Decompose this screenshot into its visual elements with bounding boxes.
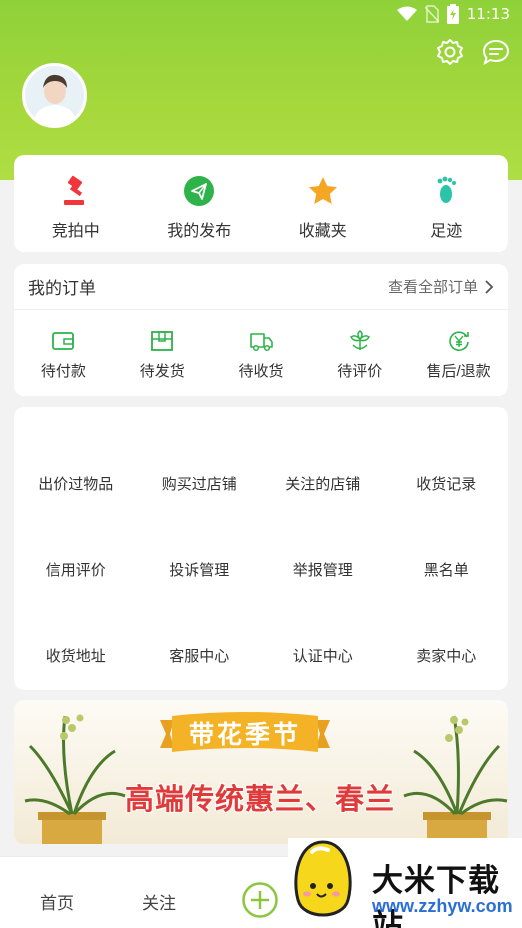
services-row: 出价过物品 购买过店铺 关注的店铺 收货记录 bbox=[14, 473, 508, 494]
service-item[interactable]: 购买过店铺 bbox=[138, 473, 262, 494]
user-avatar-icon bbox=[25, 66, 84, 125]
gear-icon[interactable] bbox=[436, 38, 464, 66]
chevron-right-icon bbox=[485, 279, 494, 294]
services-card: 出价过物品 购买过店铺 关注的店铺 收货记录 信用评价 投诉管理 举报管理 黑名… bbox=[14, 407, 508, 690]
order-status-label: 待发货 bbox=[139, 363, 185, 380]
quick-action-label: 竞拍中 bbox=[51, 223, 100, 240]
orders-card: 我的订单 查看全部订单 待付款 待发货 待收货 待评价 售后/退款 bbox=[14, 264, 508, 396]
flower-icon bbox=[349, 330, 370, 350]
wallet-icon bbox=[52, 332, 75, 350]
top-actions bbox=[436, 38, 510, 66]
order-pending-payment[interactable]: 待付款 bbox=[14, 310, 113, 396]
order-pending-receipt[interactable]: 待收货 bbox=[212, 310, 311, 396]
no-sim-icon bbox=[424, 5, 439, 23]
quick-action-footprints[interactable]: 足迹 bbox=[385, 155, 509, 252]
order-status-label: 待收货 bbox=[238, 363, 284, 380]
battery-charging-icon bbox=[446, 4, 459, 24]
watermark-rice-mascot-logo bbox=[294, 840, 352, 917]
service-item[interactable]: 关注的店铺 bbox=[261, 473, 385, 494]
order-status-label: 售后/退款 bbox=[426, 363, 491, 380]
service-item[interactable]: 收货记录 bbox=[385, 473, 509, 494]
auction-hammer-icon bbox=[63, 175, 84, 205]
star-icon bbox=[308, 177, 337, 204]
service-item[interactable]: 收货地址 bbox=[14, 645, 138, 666]
status-icons: 11:13 bbox=[396, 4, 510, 24]
status-time: 11:13 bbox=[466, 5, 510, 23]
service-item[interactable]: 信用评价 bbox=[14, 559, 138, 580]
quick-action-my-posts[interactable]: 我的发布 bbox=[138, 155, 262, 252]
paper-plane-icon bbox=[184, 176, 215, 206]
wifi-icon bbox=[396, 6, 417, 21]
quick-action-label: 我的发布 bbox=[167, 223, 232, 240]
order-pending-review[interactable]: 待评价 bbox=[310, 310, 409, 396]
yen-refund-icon bbox=[448, 331, 469, 351]
status-bar: 11:13 bbox=[0, 0, 522, 30]
banner-headline: 高端传统蕙兰、春兰 bbox=[124, 784, 395, 816]
order-pending-shipment[interactable]: 待发货 bbox=[113, 310, 212, 396]
footprint-icon bbox=[437, 176, 457, 203]
service-item[interactable]: 出价过物品 bbox=[14, 473, 138, 494]
orders-header: 我的订单 查看全部订单 bbox=[14, 264, 508, 310]
orchid-plant-right-illustration bbox=[403, 715, 508, 844]
service-item[interactable]: 黑名单 bbox=[385, 559, 509, 580]
services-row: 信用评价 投诉管理 举报管理 黑名单 bbox=[14, 559, 508, 580]
service-item[interactable]: 投诉管理 bbox=[138, 559, 262, 580]
order-status-label: 待付款 bbox=[40, 363, 86, 380]
service-item[interactable]: 认证中心 bbox=[261, 645, 385, 666]
truck-icon bbox=[250, 333, 273, 352]
orchid-plant-left-illustration bbox=[24, 714, 126, 844]
service-item[interactable]: 卖家中心 bbox=[385, 645, 509, 666]
view-all-orders-link[interactable]: 查看全部订单 bbox=[388, 276, 494, 297]
quick-action-bidding[interactable]: 竞拍中 bbox=[14, 155, 138, 252]
quick-actions-card: 竞拍中 我的发布 收藏夹 足迹 bbox=[14, 155, 508, 252]
service-item[interactable]: 客服中心 bbox=[138, 645, 262, 666]
banner-ribbon-text: 带花季节 bbox=[188, 721, 301, 749]
view-all-orders-label: 查看全部订单 bbox=[387, 279, 478, 296]
avatar[interactable] bbox=[22, 63, 87, 128]
orders-title: 我的订单 bbox=[28, 279, 96, 298]
nav-follow[interactable]: 关注 bbox=[142, 889, 176, 914]
order-status-label: 待评价 bbox=[337, 363, 383, 380]
quick-action-label: 足迹 bbox=[430, 223, 463, 240]
package-icon bbox=[151, 331, 174, 351]
order-after-sales[interactable]: 售后/退款 bbox=[409, 310, 508, 396]
quick-action-label: 收藏夹 bbox=[298, 223, 347, 240]
watermark-url: www.zzhyw.com bbox=[372, 896, 513, 916]
plus-circle-icon[interactable] bbox=[241, 881, 279, 919]
nav-home[interactable]: 首页 bbox=[40, 889, 74, 914]
services-row: 收货地址 客服中心 认证中心 卖家中心 bbox=[14, 645, 508, 666]
service-item[interactable]: 举报管理 bbox=[261, 559, 385, 580]
quick-action-favorites[interactable]: 收藏夹 bbox=[261, 155, 385, 252]
chat-bubble-icon[interactable] bbox=[482, 38, 510, 66]
orders-status-row: 待付款 待发货 待收货 待评价 售后/退款 bbox=[14, 310, 508, 396]
watermark-title: 大米下载站 bbox=[372, 863, 500, 928]
